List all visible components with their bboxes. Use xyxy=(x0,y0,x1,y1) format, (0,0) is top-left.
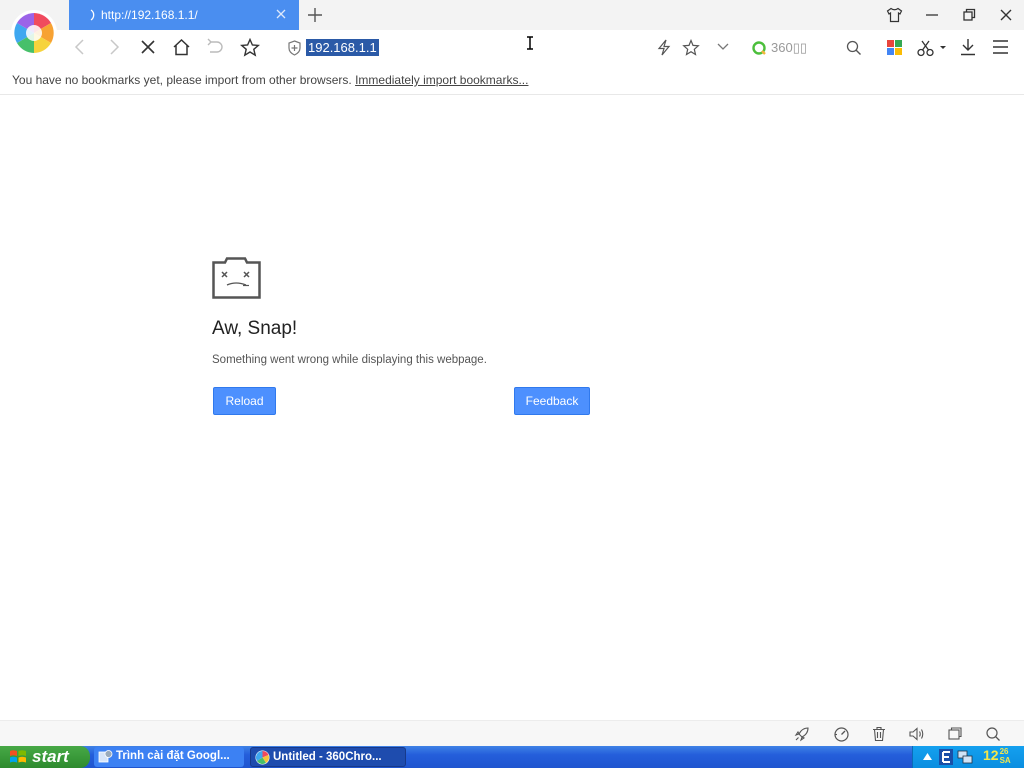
restore-icon[interactable] xyxy=(961,7,977,23)
zoom-icon[interactable] xyxy=(985,726,1001,742)
minimize-icon[interactable] xyxy=(924,7,940,23)
windows-logo-icon xyxy=(9,749,27,765)
clock-minutes: 26 xyxy=(999,747,1009,756)
taskbar-item-label: Untitled - 360Chro... xyxy=(273,751,382,763)
feedback-button[interactable]: Feedback xyxy=(514,387,590,415)
clock-hours: 12 xyxy=(983,747,999,763)
error-title: Aw, Snap! xyxy=(212,318,298,339)
start-button[interactable]: start xyxy=(0,746,90,768)
system-clock[interactable]: 12 26 SA xyxy=(983,747,1011,765)
browser-tab[interactable]: http://192.168.1.1/ xyxy=(69,0,299,30)
taskbar-item-installer[interactable]: Trình cài đặt Googl... xyxy=(94,747,244,767)
360-chrome-icon xyxy=(255,750,270,765)
menu-icon[interactable] xyxy=(992,39,1009,55)
error-message: Something went wrong while displaying th… xyxy=(212,354,487,366)
bookmarks-bar: You have no bookmarks yet, please import… xyxy=(0,65,1024,95)
input-method-e-icon[interactable] xyxy=(939,749,953,765)
import-bookmarks-link[interactable]: Immediately import bookmarks... xyxy=(355,73,528,87)
text-cursor-icon xyxy=(526,36,534,50)
tray-arrow-icon[interactable] xyxy=(922,751,933,762)
stop-icon[interactable] xyxy=(139,38,157,56)
home-icon[interactable] xyxy=(172,38,191,56)
clock-ampm: SA xyxy=(999,756,1011,765)
reload-button[interactable]: Reload xyxy=(213,387,276,415)
back-icon[interactable] xyxy=(72,38,88,56)
loading-spinner-icon xyxy=(87,8,99,22)
bookmarks-empty-message: You have no bookmarks yet, please import… xyxy=(12,73,352,87)
search-icon[interactable] xyxy=(846,40,862,56)
tab-title: http://192.168.1.1/ xyxy=(101,8,198,22)
speed-gauge-icon[interactable] xyxy=(833,726,850,742)
start-label: start xyxy=(32,747,69,766)
360-search-logo-icon xyxy=(751,40,767,56)
taskbar-item-360chrome[interactable]: Untitled - 360Chro... xyxy=(250,747,406,767)
security-shield-icon[interactable] xyxy=(287,40,302,56)
download-icon[interactable] xyxy=(959,38,977,56)
favorite-star-icon[interactable] xyxy=(240,38,260,57)
apps-grid-icon[interactable] xyxy=(886,39,903,56)
network-icon[interactable] xyxy=(957,749,973,765)
sad-tab-icon xyxy=(212,257,261,299)
volume-icon[interactable] xyxy=(908,726,925,742)
skin-icon[interactable] xyxy=(886,7,903,23)
search-engine-label[interactable]: 360▯▯ xyxy=(771,40,807,56)
trash-icon[interactable] xyxy=(871,726,887,742)
360-browser-logo[interactable] xyxy=(10,9,58,57)
tab-close-icon[interactable] xyxy=(275,8,287,20)
dropdown-chevron-icon[interactable] xyxy=(716,41,730,53)
window-icon[interactable] xyxy=(947,726,963,742)
close-window-icon[interactable] xyxy=(998,7,1014,23)
installer-icon xyxy=(98,749,113,764)
rocket-icon[interactable] xyxy=(794,726,810,742)
lightning-icon[interactable] xyxy=(656,39,672,56)
page-star-icon[interactable] xyxy=(682,39,700,56)
undo-close-tab-icon[interactable] xyxy=(206,38,224,56)
address-bar-input[interactable]: 192.168.1.1 xyxy=(306,39,379,56)
new-tab-icon[interactable] xyxy=(306,6,324,24)
taskbar-item-label: Trình cài đặt Googl... xyxy=(116,750,230,762)
screenshot-scissors-icon[interactable] xyxy=(917,39,947,57)
forward-icon[interactable] xyxy=(106,38,122,56)
